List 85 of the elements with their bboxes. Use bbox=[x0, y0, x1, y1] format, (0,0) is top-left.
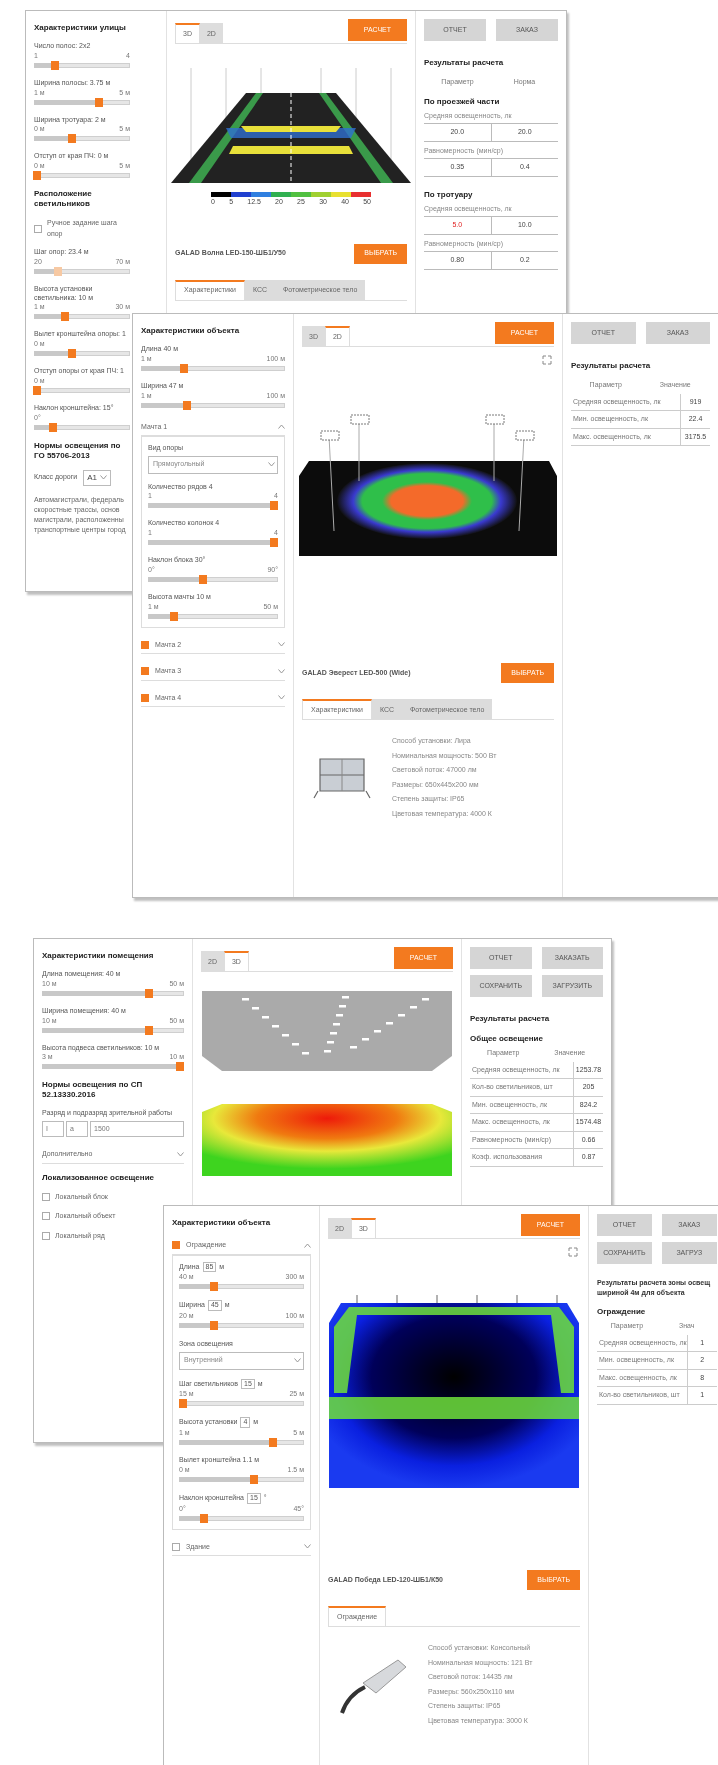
slider-thumb[interactable] bbox=[32, 171, 41, 180]
section-heading: Нормы освещения по СП 52.13330.2016 bbox=[42, 1080, 144, 1101]
section-heading: Характеристики улицы bbox=[34, 23, 127, 33]
slider-thumb[interactable] bbox=[144, 988, 153, 998]
slider[interactable] bbox=[42, 988, 184, 998]
slider-thumb[interactable] bbox=[178, 1399, 187, 1409]
results-section-title: По тротуару bbox=[424, 188, 474, 201]
chevron-icon[interactable] bbox=[294, 1358, 301, 1363]
slider-thumb[interactable] bbox=[183, 400, 192, 410]
section-heading: Характеристики помещения bbox=[42, 951, 155, 961]
slider-thumb[interactable] bbox=[210, 1321, 218, 1330]
floodlight-drawing bbox=[312, 755, 372, 800]
slider[interactable] bbox=[34, 171, 130, 180]
section-heading: Расположение светильников bbox=[34, 189, 93, 209]
slider-thumb[interactable] bbox=[270, 538, 279, 547]
slider[interactable] bbox=[148, 538, 278, 547]
slider[interactable] bbox=[34, 60, 130, 70]
checkbox[interactable] bbox=[42, 1212, 50, 1221]
slider-thumb[interactable] bbox=[270, 501, 279, 511]
slider-thumb[interactable] bbox=[198, 574, 207, 584]
chevron-icon[interactable] bbox=[278, 424, 285, 430]
slider[interactable] bbox=[42, 1025, 184, 1035]
fullscreen-icon[interactable] bbox=[568, 1247, 578, 1257]
slider[interactable] bbox=[148, 611, 278, 621]
slider-thumb[interactable] bbox=[68, 349, 77, 358]
results-section-title: Общее освещение bbox=[470, 1033, 544, 1045]
slider[interactable] bbox=[179, 1438, 304, 1447]
slider[interactable] bbox=[179, 1513, 304, 1523]
chevron-icon[interactable] bbox=[304, 1242, 311, 1248]
slider[interactable] bbox=[179, 1399, 304, 1409]
slider-thumb[interactable] bbox=[68, 134, 77, 144]
slider[interactable] bbox=[34, 349, 130, 358]
checkbox[interactable] bbox=[172, 1241, 180, 1250]
slider[interactable] bbox=[42, 1062, 184, 1072]
checkbox[interactable] bbox=[42, 1231, 50, 1240]
chevron-icon[interactable] bbox=[278, 668, 285, 674]
slider-thumb[interactable] bbox=[200, 1513, 208, 1523]
slider-thumb[interactable] bbox=[268, 1438, 277, 1447]
results-title: Результаты расчета bbox=[424, 57, 505, 69]
checkbox[interactable] bbox=[34, 224, 42, 233]
section-heading: Характеристики объекта bbox=[172, 1218, 272, 1228]
checkbox[interactable] bbox=[172, 1542, 180, 1551]
fullscreen-icon[interactable] bbox=[542, 355, 552, 365]
slider-thumb[interactable] bbox=[49, 422, 58, 432]
section-heading: Характеристики объекта bbox=[141, 326, 241, 336]
chevron-icon[interactable] bbox=[268, 462, 275, 467]
slider[interactable] bbox=[34, 97, 130, 107]
slider-thumb[interactable] bbox=[32, 385, 41, 395]
chevron-icon[interactable] bbox=[177, 1151, 184, 1157]
results-title: Результаты расчета bbox=[571, 360, 652, 372]
chevron-icon[interactable] bbox=[278, 642, 285, 648]
results-title: Результаты расчета bbox=[470, 1013, 551, 1025]
section-heading: Нормы освещения по ГО 55706-2013 bbox=[34, 440, 122, 461]
checkbox[interactable] bbox=[141, 693, 149, 702]
slider-thumb[interactable] bbox=[95, 97, 104, 107]
checkbox[interactable] bbox=[42, 1192, 50, 1201]
checkbox[interactable] bbox=[141, 640, 149, 649]
slider[interactable] bbox=[34, 422, 130, 432]
slider[interactable] bbox=[179, 1282, 304, 1292]
slider[interactable] bbox=[34, 266, 130, 276]
slider[interactable] bbox=[34, 134, 130, 144]
slider[interactable] bbox=[34, 312, 130, 322]
slider[interactable] bbox=[148, 501, 278, 511]
slider-thumb[interactable] bbox=[175, 1062, 184, 1072]
slider-thumb[interactable] bbox=[60, 312, 69, 322]
checkbox[interactable] bbox=[141, 667, 149, 676]
slider-thumb[interactable] bbox=[210, 1282, 218, 1292]
section-heading: Локализованное освещение bbox=[42, 1172, 155, 1183]
dropdown[interactable]: А1 bbox=[83, 469, 112, 486]
slider-thumb[interactable] bbox=[180, 363, 189, 373]
slider[interactable] bbox=[179, 1321, 304, 1330]
chevron-icon[interactable] bbox=[278, 695, 285, 701]
slider-thumb[interactable] bbox=[170, 611, 178, 621]
slider-thumb[interactable] bbox=[51, 60, 60, 70]
results-section-title: Ограждение bbox=[597, 1306, 647, 1318]
chevron-icon[interactable] bbox=[304, 1544, 311, 1550]
slider[interactable] bbox=[34, 385, 130, 395]
slider-thumb[interactable] bbox=[250, 1474, 258, 1484]
chevron-icon[interactable] bbox=[100, 475, 108, 480]
slider[interactable] bbox=[141, 400, 285, 410]
slider[interactable] bbox=[148, 574, 278, 584]
slider-thumb[interactable] bbox=[144, 1025, 153, 1035]
results-section-title: По проезжей части bbox=[424, 95, 501, 108]
slider[interactable] bbox=[179, 1474, 304, 1484]
slider[interactable] bbox=[141, 363, 285, 373]
